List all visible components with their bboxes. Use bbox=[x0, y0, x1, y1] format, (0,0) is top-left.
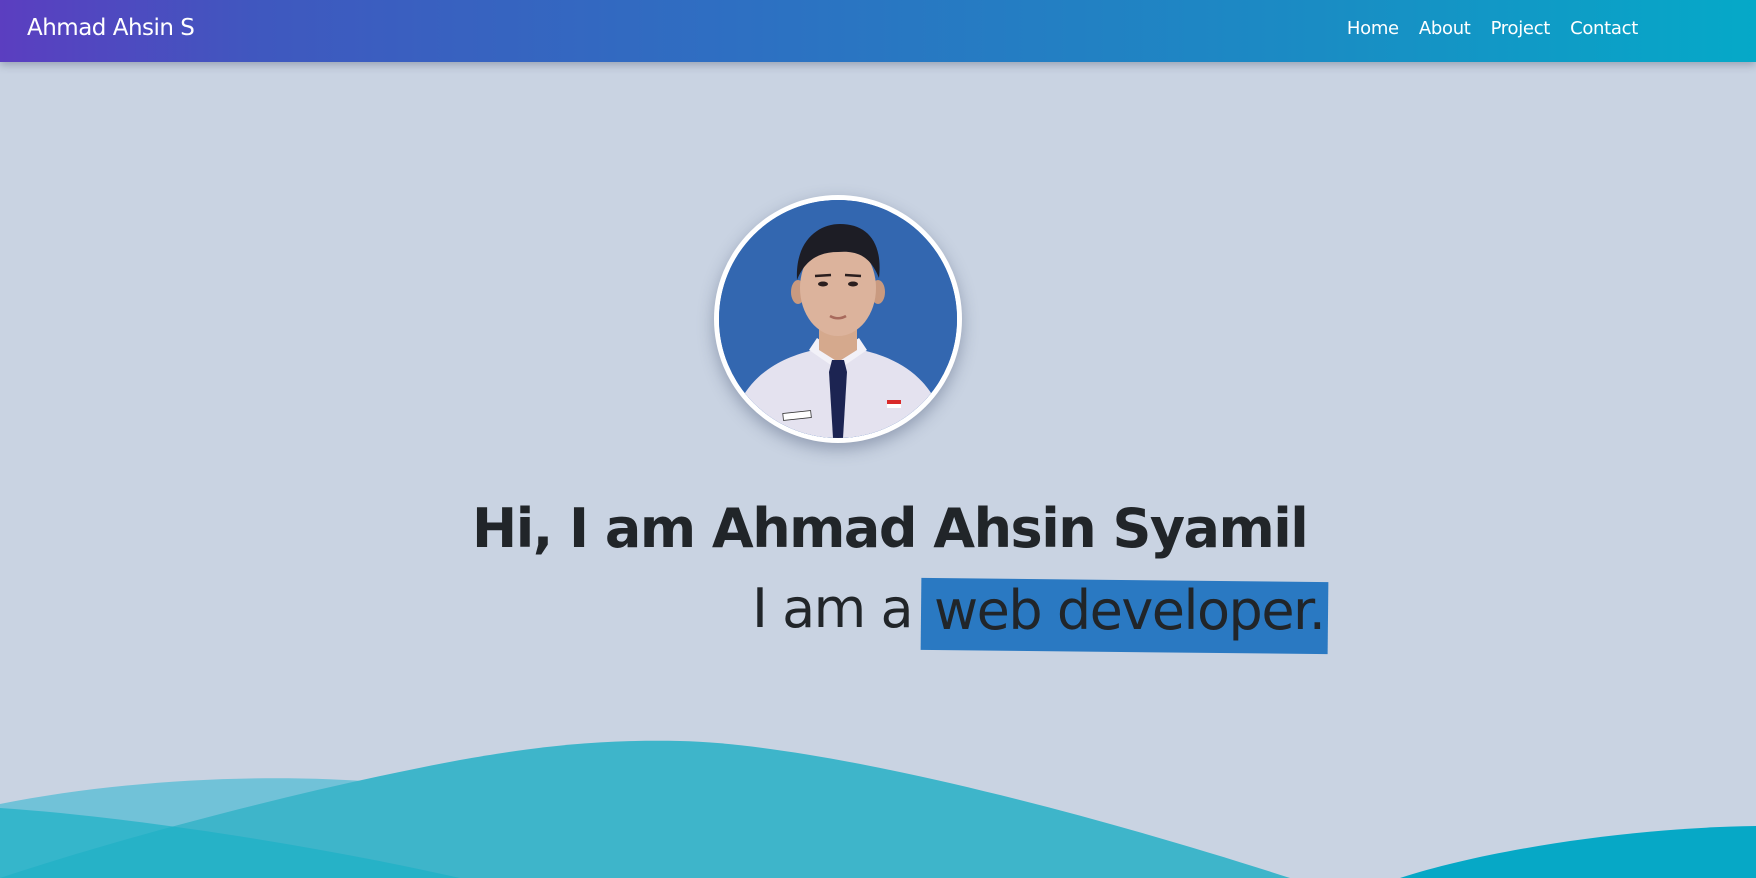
nav-links: Home About Project Contact bbox=[1347, 18, 1638, 39]
nav-link-about[interactable]: About bbox=[1419, 18, 1471, 39]
hero-role-prefix: I am a bbox=[752, 577, 914, 640]
profile-photo-icon bbox=[719, 200, 957, 438]
avatar-frame bbox=[714, 195, 962, 443]
brand-link[interactable]: Ahmad Ahsin S bbox=[27, 15, 195, 41]
hero-greeting: Hi, I am Ahmad Ahsin Syamil bbox=[472, 497, 1309, 560]
nav-link-contact[interactable]: Contact bbox=[1570, 18, 1638, 39]
nav-link-project[interactable]: Project bbox=[1491, 18, 1551, 39]
hero-role-typed: web developer. bbox=[934, 579, 1326, 642]
navbar: Ahmad Ahsin S Home About Project Contact bbox=[0, 0, 1756, 62]
wave-decoration bbox=[0, 740, 1756, 878]
avatar bbox=[719, 200, 957, 438]
nav-link-home[interactable]: Home bbox=[1347, 18, 1399, 39]
